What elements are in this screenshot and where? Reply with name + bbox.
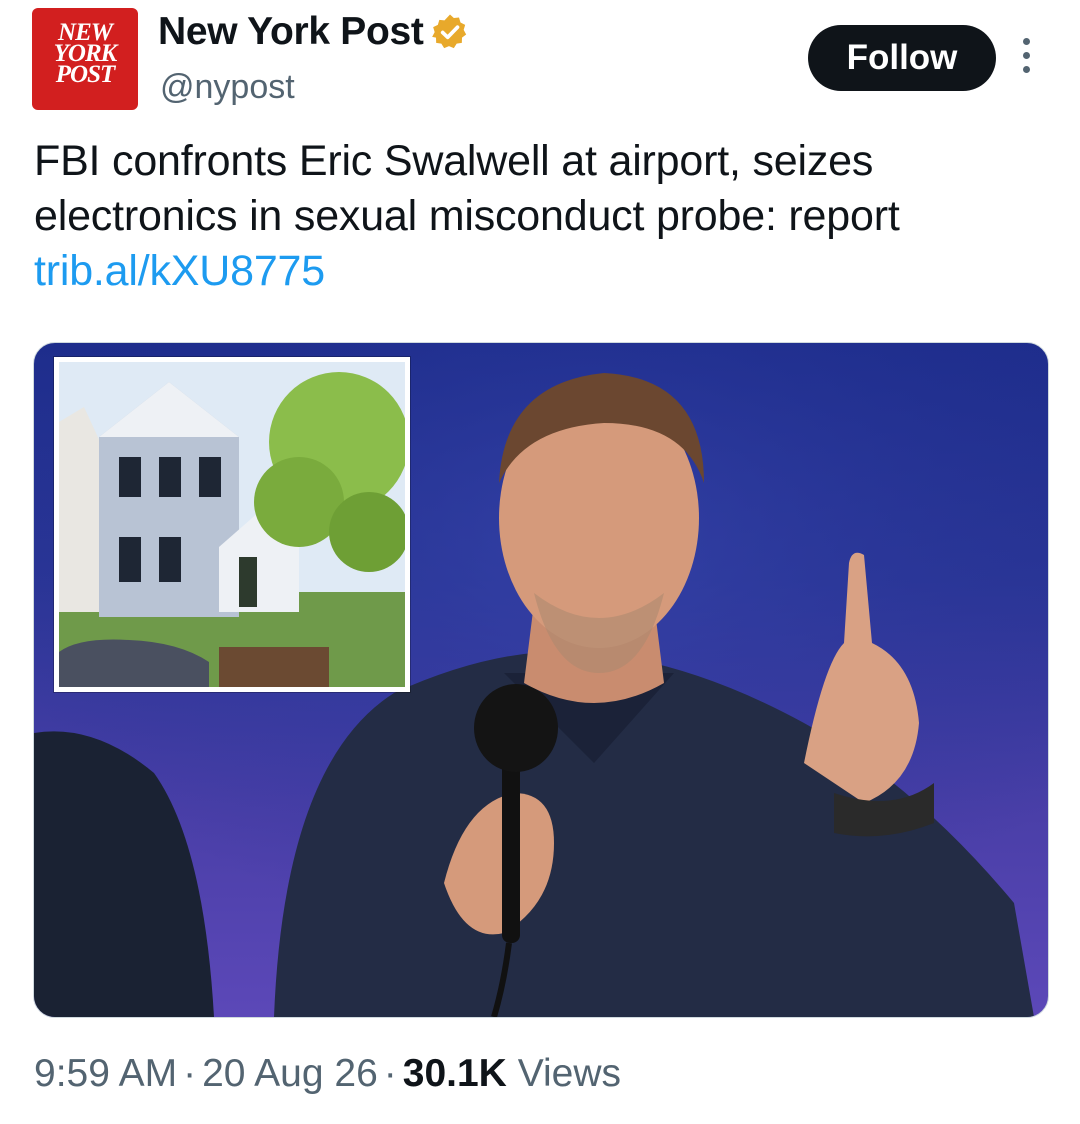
- tweet-body: FBI confronts Eric Swalwell at airport, …: [34, 137, 900, 240]
- tweet-meta: 9:59 AM · 20 Aug 26 · 30.1K Views: [34, 1052, 621, 1096]
- more-vertical-icon[interactable]: [1014, 38, 1038, 82]
- tweet-link[interactable]: trib.al/kXU8775: [34, 247, 325, 295]
- views-count[interactable]: 30.1K: [403, 1052, 507, 1095]
- tweet-text: FBI confronts Eric Swalwell at airport, …: [34, 134, 1054, 299]
- name-row: New York Post: [158, 10, 470, 54]
- avatar[interactable]: NEW YORK POST: [32, 8, 138, 110]
- display-name[interactable]: New York Post: [158, 10, 424, 54]
- nypost-logo: NEW YORK POST: [32, 20, 138, 88]
- tweet-date[interactable]: 20 Aug 26: [202, 1052, 378, 1095]
- house-photo: [54, 357, 410, 692]
- follow-button[interactable]: Follow: [808, 25, 996, 91]
- logo-line-3: POST: [55, 61, 116, 88]
- handle[interactable]: @nypost: [160, 68, 295, 107]
- verified-badge-icon[interactable]: [430, 12, 470, 52]
- views-label: Views: [517, 1052, 622, 1095]
- tweet-media[interactable]: [33, 342, 1049, 1018]
- tweet-time[interactable]: 9:59 AM: [34, 1052, 177, 1095]
- separator-dot: ·: [183, 1052, 197, 1095]
- separator-dot: ·: [383, 1052, 397, 1095]
